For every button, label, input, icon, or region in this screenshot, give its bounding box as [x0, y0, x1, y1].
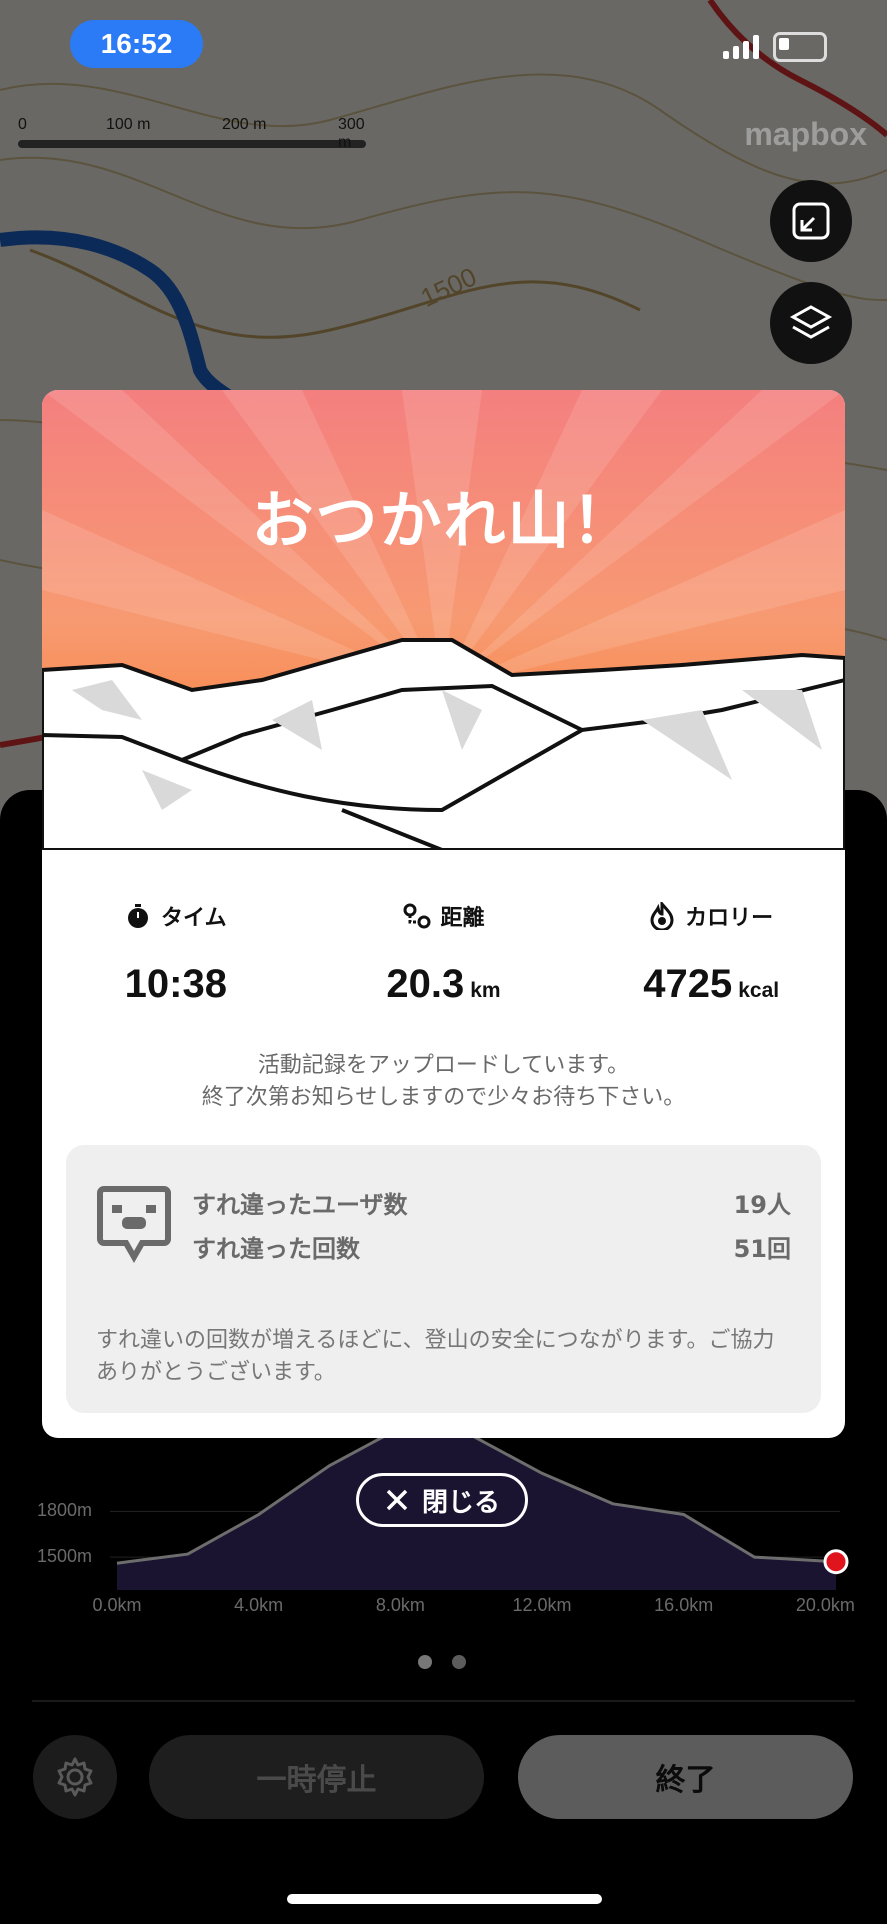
x-tick-label: 16.0km: [654, 1595, 714, 1615]
flame-icon: [650, 902, 674, 930]
settings-button[interactable]: [33, 1735, 117, 1819]
stat-value: 20.3: [386, 962, 465, 1006]
chart-point: [612, 1503, 613, 1504]
encounter-users-row: すれ違ったユーザ数 19人: [192, 1185, 791, 1220]
status-time: 16:52: [70, 20, 203, 68]
chart-point: [754, 1557, 755, 1558]
gear-icon: [57, 1757, 93, 1797]
pause-button[interactable]: 一時停止: [149, 1735, 484, 1819]
stat-label: 距離: [440, 906, 485, 931]
modal-title: おつかれ山！: [251, 484, 636, 557]
chart-point: [258, 1514, 259, 1515]
signal-icon: [723, 35, 759, 59]
encounter-card: すれ違ったユーザ数 19人 すれ違った回数 51回 すれ違いの回数が増えるほどに…: [66, 1145, 821, 1413]
scale-label: 300 m: [338, 116, 365, 151]
close-button[interactable]: 閉じる: [356, 1473, 528, 1527]
mapbox-logo[interactable]: mapbox: [744, 116, 867, 153]
page-dot[interactable]: [418, 1655, 432, 1669]
chart-point: [329, 1465, 330, 1466]
encounter-users-value: 19人: [733, 1191, 791, 1219]
stat-unit: km: [470, 979, 501, 1002]
x-tick-label: 12.0km: [512, 1595, 572, 1615]
battery-icon: [773, 32, 827, 62]
stat-calories: カロリー 4725 kcal: [577, 900, 845, 1007]
scale-label: 0: [18, 116, 27, 133]
y-tick-label: 1500m: [37, 1546, 93, 1567]
home-indicator: [287, 1894, 602, 1904]
stat-value: 10:38: [124, 962, 227, 1006]
fit-bounds-icon: [792, 202, 830, 240]
upload-message: 活動記録をアップロードしています。 終了次第お知らせしますので少々お待ち下さい。: [42, 1050, 845, 1114]
layers-button[interactable]: [770, 282, 852, 364]
encounter-count-row: すれ違った回数 51回: [192, 1229, 791, 1264]
page-dot[interactable]: [452, 1655, 466, 1669]
upload-message-line: 終了次第お知らせしますので少々お待ち下さい。: [201, 1085, 686, 1110]
stat-label: カロリー: [685, 906, 774, 931]
fit-bounds-button[interactable]: [770, 180, 852, 262]
chart-point: [117, 1563, 118, 1564]
upload-message-line: 活動記録をアップロードしています。: [257, 1053, 630, 1078]
encounter-users-label: すれ違ったユーザ数: [192, 1191, 408, 1219]
stat-value: 4725: [643, 962, 733, 1006]
encounter-face-icon: [97, 1186, 171, 1264]
encounter-count-value: 51回: [733, 1235, 791, 1263]
scale-label: 100 m: [106, 116, 151, 133]
end-button[interactable]: 終了: [518, 1735, 853, 1819]
divider: [32, 1700, 855, 1702]
chart-point: [836, 1561, 837, 1562]
close-icon: [386, 1489, 408, 1511]
mountain-illustration: [42, 390, 845, 850]
scale-label: 200 m: [222, 116, 267, 133]
congrats-modal: おつかれ山！ タイム 10:38 距離 20.3 km カロリー 4725 kc…: [42, 390, 845, 1438]
map-scale-bar: 0 100 m 200 m 300 m: [18, 116, 366, 151]
status-indicators: [723, 32, 827, 62]
stat-unit: kcal: [738, 979, 780, 1002]
chart-point: [683, 1514, 684, 1515]
stopwatch-icon: [128, 904, 149, 928]
stat-time: タイム 10:38: [42, 900, 310, 1007]
route-icon: [403, 903, 430, 929]
y-tick-label: 1800m: [37, 1500, 93, 1521]
x-tick-label: 0.0km: [92, 1595, 142, 1615]
stat-label: タイム: [161, 906, 227, 931]
stat-distance: 距離 20.3 km: [310, 900, 578, 1007]
x-tick-label: 8.0km: [375, 1595, 425, 1615]
page-indicator: [418, 1655, 466, 1669]
close-label: 閉じる: [421, 1487, 500, 1518]
layers-icon: [789, 305, 833, 339]
encounter-note: すれ違いの回数が増えるほどに、登山の安全につながります。ご協力ありがとうございま…: [96, 1328, 775, 1385]
chart-point: [542, 1473, 543, 1474]
encounter-count-label: すれ違った回数: [192, 1235, 360, 1263]
chart-point: [187, 1554, 188, 1555]
x-tick-label: 4.0km: [234, 1595, 284, 1615]
stats-row: タイム 10:38 距離 20.3 km カロリー 4725 kcal: [42, 900, 845, 1007]
x-tick-label: 20.0km: [795, 1595, 855, 1615]
